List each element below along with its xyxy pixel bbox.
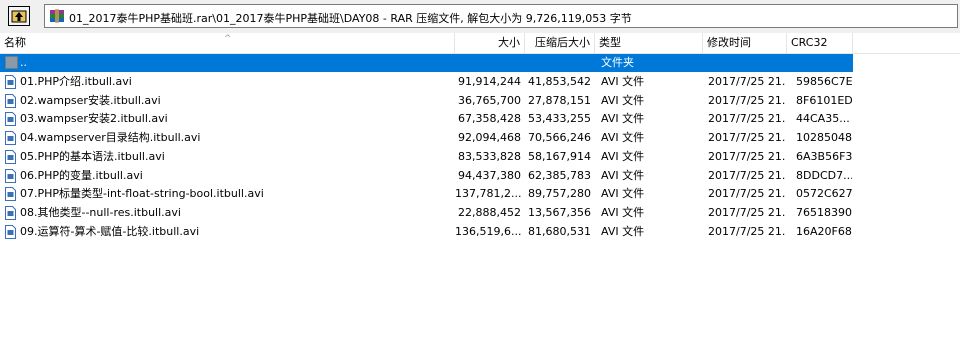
video-file-icon — [5, 149, 16, 164]
parent-folder-type: 文件夹 — [601, 56, 634, 69]
file-row[interactable]: 05.PHP的基本语法.itbull.avi 83,533,828 58,167,9… — [0, 148, 853, 166]
column-header-size[interactable]: 大小 — [455, 33, 525, 53]
file-type: AVI 文件 — [601, 224, 645, 238]
video-file-icon — [5, 131, 16, 146]
file-type: AVI 文件 — [601, 149, 645, 163]
address-toolbar: 01_2017泰牛PHP基础班.rar\01_2017泰牛PHP基础班\DAY0… — [0, 0, 960, 33]
file-crc: 16A20F68 — [796, 224, 852, 238]
column-header-modified[interactable]: 修改时间 — [703, 33, 787, 53]
column-header-crc[interactable]: CRC32 — [787, 33, 853, 53]
up-folder-button[interactable] — [8, 6, 30, 26]
file-modified: 2017/7/25 21... — [708, 187, 786, 201]
list-header: 名称 ^ 大小 压缩后大小 类型 修改时间 CRC32 — [0, 33, 960, 54]
file-name: 03.wampser安装2.itbull.avi — [20, 112, 168, 126]
column-header-name[interactable]: 名称 ^ — [0, 33, 455, 53]
file-packed: 27,878,151 — [528, 93, 591, 107]
file-modified: 2017/7/25 21... — [708, 112, 786, 126]
file-crc: 0572C627 — [796, 187, 852, 201]
file-name: 09.运算符-算术-赋值-比较.itbull.avi — [20, 224, 200, 238]
file-row[interactable]: 06.PHP的变量.itbull.avi 94,437,380 62,385,783… — [0, 167, 853, 185]
column-header-packed[interactable]: 压缩后大小 — [525, 33, 595, 53]
file-packed: 58,167,914 — [528, 149, 591, 163]
file-modified: 2017/7/25 21... — [708, 149, 786, 163]
video-file-icon — [5, 75, 16, 89]
file-crc: 6A3B56F3 — [796, 149, 852, 163]
rar-archive-icon — [50, 9, 64, 23]
file-size: 137,781,2... — [455, 187, 521, 201]
file-packed: 89,757,280 — [528, 187, 591, 201]
file-size: 83,533,828 — [458, 149, 521, 163]
file-crc: 44CA35... — [796, 112, 850, 126]
file-modified: 2017/7/25 21... — [708, 205, 786, 219]
file-size: 92,094,468 — [458, 131, 521, 145]
file-packed: 62,385,783 — [528, 168, 591, 182]
file-row[interactable]: 09.运算符-算术-赋值-比较.itbull.avi 136,519,6... 81… — [0, 223, 853, 241]
parent-folder-row[interactable]: .. 文件夹 — [0, 54, 853, 72]
file-row[interactable]: 03.wampser安装2.itbull.avi 67,358,428 53,433… — [0, 110, 853, 128]
column-header-type[interactable]: 类型 — [595, 33, 703, 53]
file-type: AVI 文件 — [601, 93, 645, 107]
column-modified-label: 修改时间 — [707, 36, 751, 49]
video-file-icon — [5, 93, 16, 108]
file-size: 136,519,6... — [455, 224, 521, 238]
file-crc: 59856C7E — [796, 75, 852, 88]
video-file-icon — [5, 187, 16, 202]
video-file-icon — [5, 112, 16, 127]
file-packed: 81,680,531 — [528, 224, 591, 238]
file-crc: 76518390 — [796, 205, 852, 219]
parent-folder-icon — [5, 56, 18, 69]
file-size: 36,765,700 — [458, 93, 521, 107]
file-size: 91,914,244 — [458, 75, 521, 88]
file-crc: 8DDCD7... — [796, 168, 852, 182]
file-modified: 2017/7/25 21... — [708, 224, 786, 238]
file-size: 67,358,428 — [458, 112, 521, 126]
column-crc-label: CRC32 — [791, 36, 828, 49]
column-name-label: 名称 — [4, 36, 26, 49]
parent-folder-name: .. — [20, 56, 27, 69]
file-list[interactable]: 名称 ^ 大小 压缩后大小 类型 修改时间 CRC32 .. 文件夹 01.PH… — [0, 33, 960, 347]
column-size-label: 大小 — [498, 36, 520, 49]
file-row[interactable]: 04.wampserver目录结构.itbull.avi 92,094,468 70… — [0, 129, 853, 147]
file-name: 07.PHP标量类型-int-float-string-bool.itbull.… — [20, 187, 264, 201]
file-modified: 2017/7/25 21... — [708, 131, 786, 145]
file-type: AVI 文件 — [601, 75, 645, 88]
video-file-icon — [5, 168, 16, 183]
file-row[interactable]: 02.wampser安装.itbull.avi 36,765,700 27,878,… — [0, 92, 853, 110]
file-name: 05.PHP的基本语法.itbull.avi — [20, 149, 165, 163]
sort-ascending-icon: ^ — [224, 34, 232, 44]
file-type: AVI 文件 — [601, 168, 645, 182]
file-row[interactable]: 08.其他类型--null-res.itbull.avi 22,888,452 13… — [0, 204, 853, 222]
file-name: 04.wampserver目录结构.itbull.avi — [20, 131, 201, 145]
file-packed: 70,566,246 — [528, 131, 591, 145]
file-packed: 53,433,255 — [528, 112, 591, 126]
file-size: 22,888,452 — [458, 205, 521, 219]
file-size: 94,437,380 — [458, 168, 521, 182]
file-modified: 2017/7/25 21... — [708, 75, 786, 88]
file-crc: 10285048 — [796, 131, 852, 145]
file-name: 08.其他类型--null-res.itbull.avi — [20, 205, 181, 219]
file-row[interactable]: 01.PHP介绍.itbull.avi 91,914,244 41,853,542 A… — [0, 73, 853, 91]
file-row[interactable]: 07.PHP标量类型-int-float-string-bool.itbull.… — [0, 185, 853, 203]
file-packed: 13,567,356 — [528, 205, 591, 219]
file-type: AVI 文件 — [601, 205, 645, 219]
address-field[interactable]: 01_2017泰牛PHP基础班.rar\01_2017泰牛PHP基础班\DAY0… — [44, 4, 958, 28]
file-name: 06.PHP的变量.itbull.avi — [20, 168, 143, 182]
file-modified: 2017/7/25 21... — [708, 93, 786, 107]
file-packed: 41,853,542 — [528, 75, 591, 88]
address-path: 01_2017泰牛PHP基础班.rar\01_2017泰牛PHP基础班\DAY0… — [69, 12, 632, 25]
video-file-icon — [5, 205, 16, 220]
file-name: 02.wampser安装.itbull.avi — [20, 93, 161, 107]
file-type: AVI 文件 — [601, 112, 645, 126]
video-file-icon — [5, 224, 16, 239]
file-modified: 2017/7/25 21... — [708, 168, 786, 182]
file-type: AVI 文件 — [601, 131, 645, 145]
up-folder-icon — [11, 10, 27, 23]
file-name: 01.PHP介绍.itbull.avi — [20, 75, 132, 88]
column-type-label: 类型 — [599, 36, 621, 49]
file-crc: 8F6101ED — [796, 93, 852, 107]
file-type: AVI 文件 — [601, 187, 645, 201]
column-packed-label: 压缩后大小 — [535, 36, 590, 49]
